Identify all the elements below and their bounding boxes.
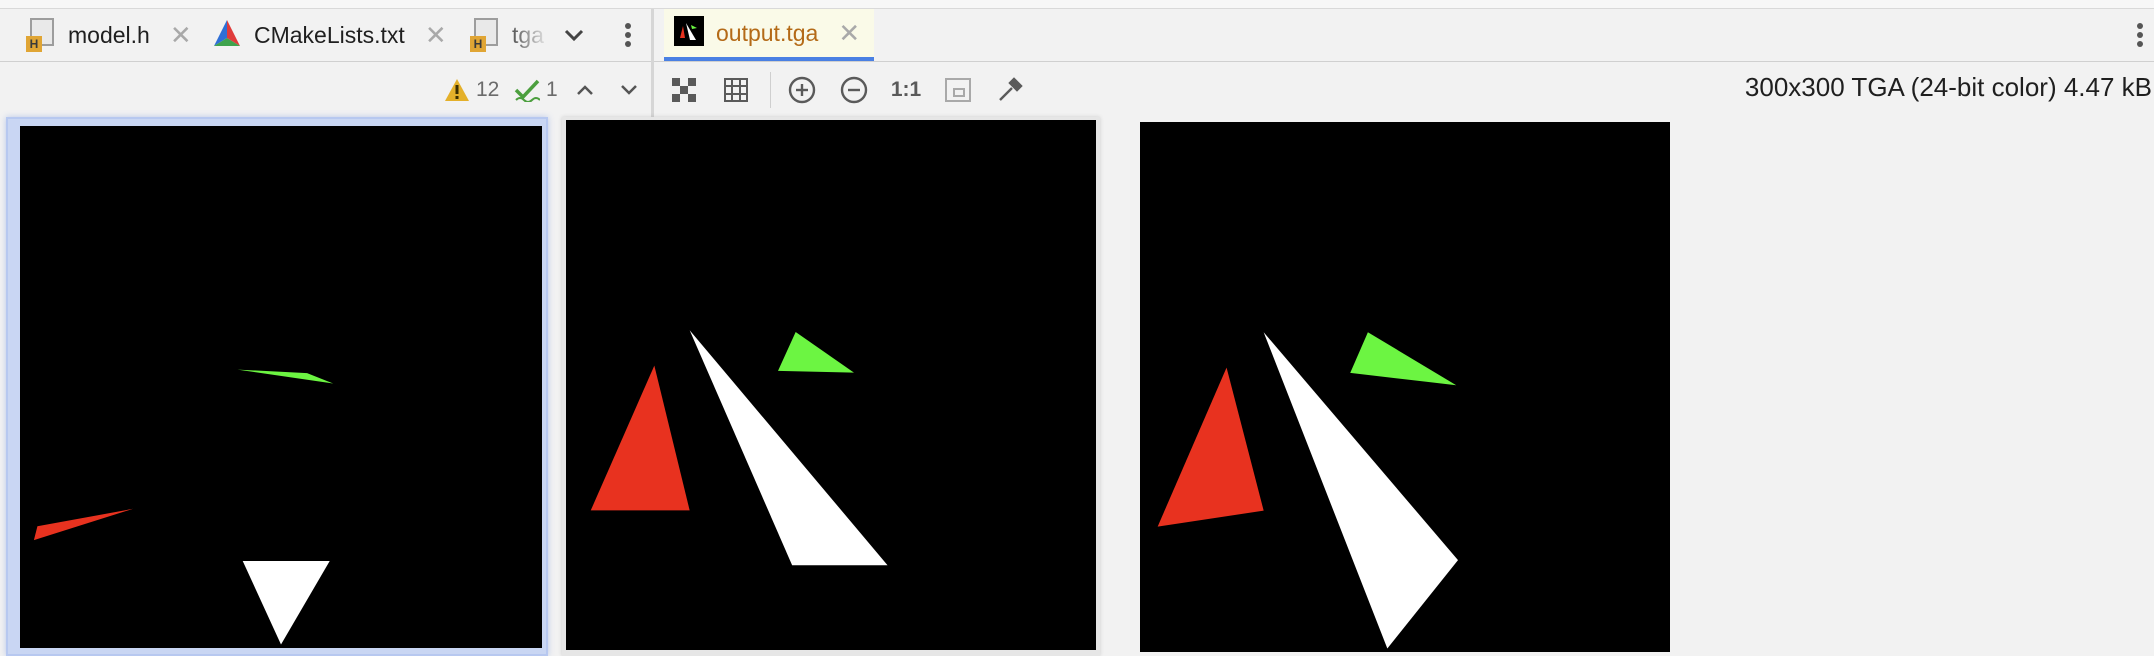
tab-cmakelists[interactable]: CMakeLists.txt ✕ bbox=[212, 9, 447, 61]
render-preview-1[interactable] bbox=[20, 126, 542, 648]
next-highlight-icon[interactable] bbox=[614, 72, 644, 108]
window-top-strip bbox=[0, 0, 2154, 9]
inspection-warnings[interactable]: 12 bbox=[444, 70, 499, 110]
warning-icon bbox=[445, 79, 469, 101]
tab-label: output.tga bbox=[716, 19, 819, 46]
close-icon[interactable]: ✕ bbox=[170, 20, 192, 51]
zoom-in-icon[interactable] bbox=[782, 70, 822, 110]
weak-warning-count: 1 bbox=[546, 78, 558, 101]
close-icon[interactable]: ✕ bbox=[425, 20, 447, 51]
tab-overflow-fade bbox=[498, 9, 550, 61]
tab-model-h[interactable]: H model.h ✕ bbox=[26, 9, 192, 61]
tab-label: model.h bbox=[68, 21, 150, 48]
editor-tab-bar-right: output.tga ✕ bbox=[654, 9, 2154, 62]
tab-label: CMakeLists.txt bbox=[254, 21, 405, 48]
cmake-icon bbox=[212, 18, 244, 52]
chevron-down-icon[interactable] bbox=[556, 17, 592, 53]
toggle-chessboard-icon[interactable] bbox=[664, 70, 704, 110]
close-icon[interactable]: ✕ bbox=[838, 18, 860, 49]
tab-output-tga[interactable]: output.tga ✕ bbox=[664, 9, 875, 61]
previous-highlight-icon[interactable] bbox=[570, 72, 600, 108]
image-viewer-canvas[interactable] bbox=[1140, 122, 1670, 652]
toggle-grid-icon[interactable] bbox=[716, 70, 756, 110]
warning-count: 12 bbox=[476, 78, 500, 101]
tga-image-icon bbox=[674, 16, 706, 50]
more-options-icon[interactable] bbox=[612, 17, 644, 53]
ide-window: H model.h ✕ CMakeLists.txt ✕ H tga bbox=[0, 0, 2154, 656]
fit-zoom-icon[interactable] bbox=[938, 70, 978, 110]
editor-tab-bar-left: H model.h ✕ CMakeLists.txt ✕ H tga bbox=[0, 9, 651, 62]
render-preview-2[interactable] bbox=[566, 120, 1096, 650]
header-file-icon: H bbox=[26, 18, 58, 52]
color-picker-icon[interactable] bbox=[990, 70, 1030, 110]
checkmark-icon bbox=[514, 79, 540, 102]
toolbar-separator bbox=[770, 72, 771, 108]
actual-size-button[interactable]: 1:1 bbox=[886, 70, 926, 110]
inspection-weak-warnings[interactable]: 1 bbox=[514, 70, 558, 110]
zoom-out-icon[interactable] bbox=[834, 70, 874, 110]
image-info: 300x300 TGA (24-bit color) 4.47 kB bbox=[1744, 72, 2152, 102]
more-options-icon[interactable] bbox=[2128, 17, 2152, 53]
